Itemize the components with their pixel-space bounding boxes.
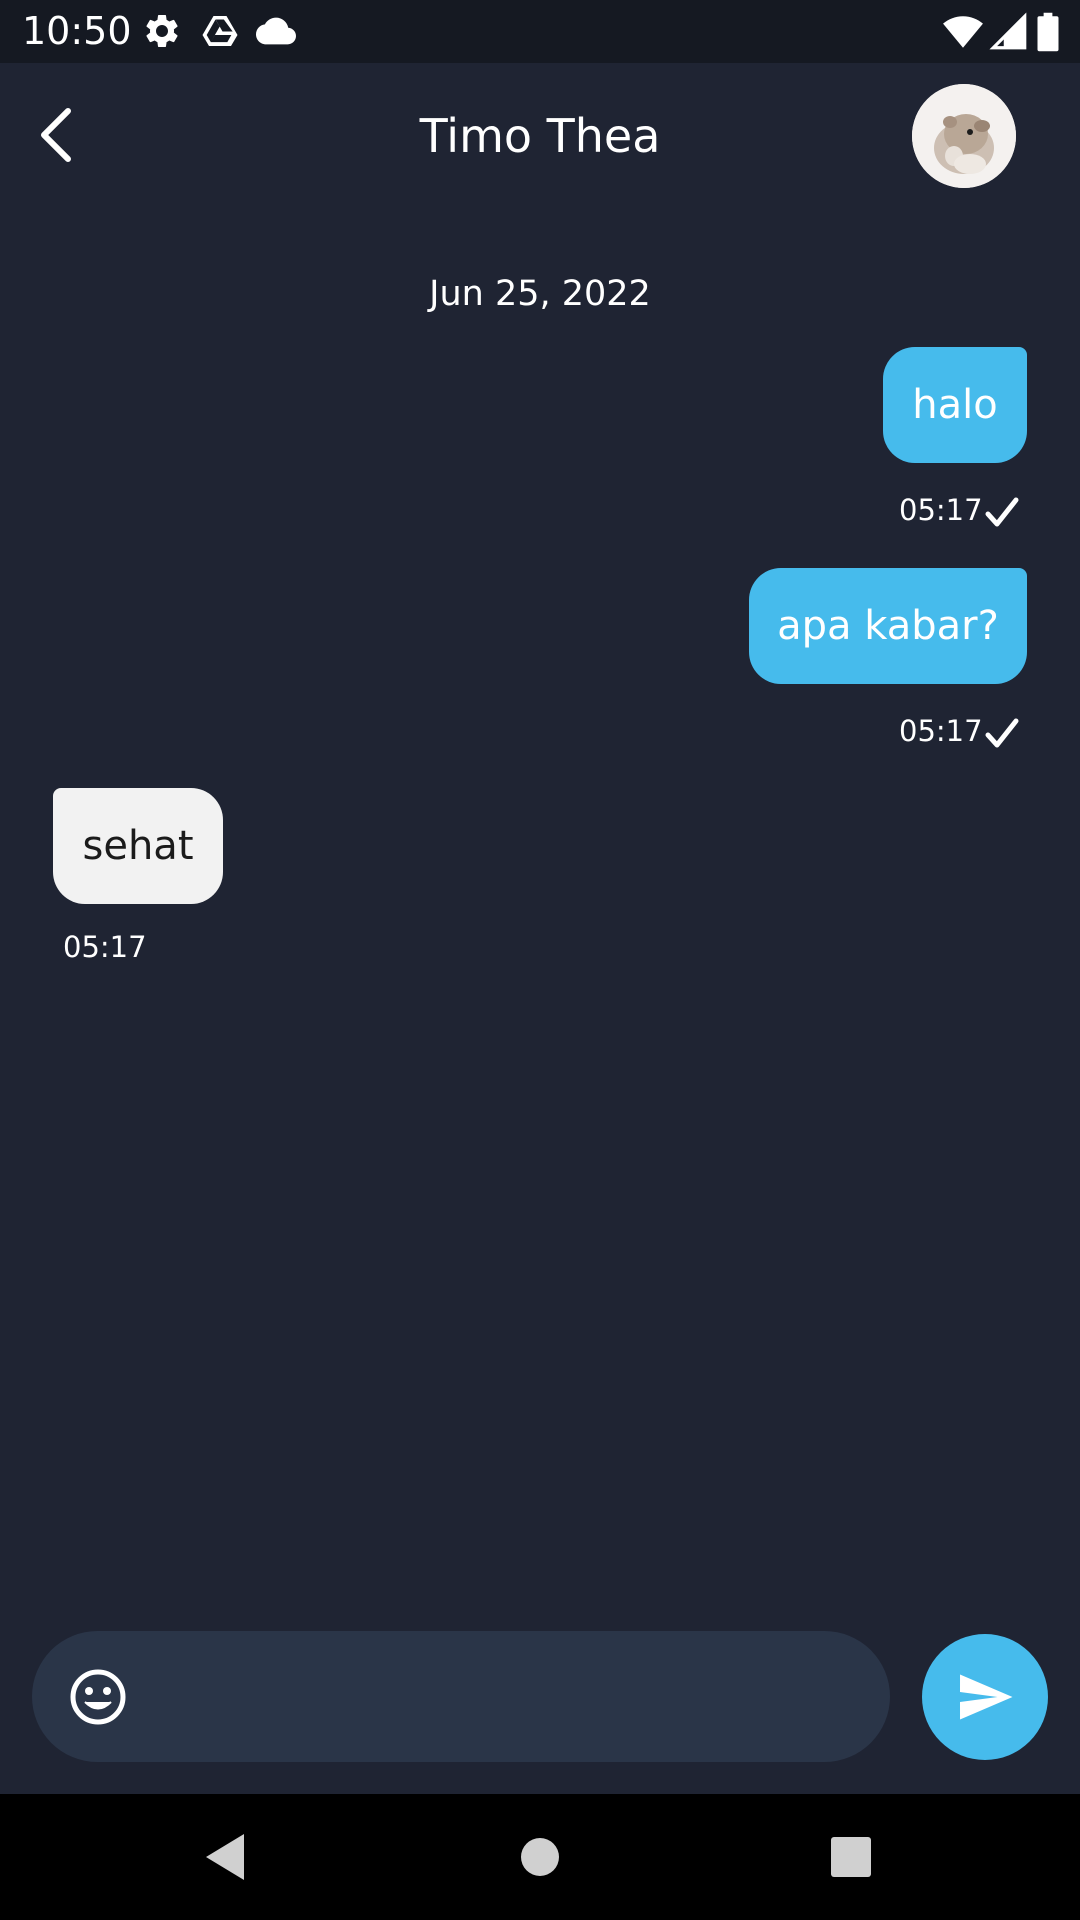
message-composer: [32, 1631, 890, 1762]
outgoing-message-bubble[interactable]: halo: [883, 347, 1027, 463]
message-input[interactable]: [150, 1661, 854, 1735]
status-bar: 10:50: [0, 0, 1080, 63]
wifi-icon: [942, 11, 984, 53]
incoming-message-bubble[interactable]: sehat: [53, 788, 223, 904]
chat-header: Timo Thea: [0, 63, 1080, 213]
system-navigation-bar: [0, 1794, 1080, 1920]
check-icon: [984, 494, 1020, 530]
gear-icon: [142, 11, 182, 51]
emoji-button[interactable]: [68, 1667, 128, 1727]
message-time: 05:17: [899, 714, 983, 748]
signal-icon: [988, 11, 1030, 53]
date-separator: Jun 25, 2022: [429, 274, 651, 314]
send-button[interactable]: [922, 1634, 1048, 1760]
emoji-icon: [70, 1669, 126, 1725]
status-time: 10:50: [22, 9, 132, 53]
check-icon: [984, 715, 1020, 751]
message-time: 05:17: [63, 930, 147, 964]
back-triangle-icon: [206, 1834, 244, 1880]
nav-home-button[interactable]: [507, 1824, 573, 1890]
drive-icon: [200, 11, 240, 51]
chat-screen: 10:50 Timo Thea Jun 25, 2022 halo 05:17 …: [0, 0, 1080, 1920]
hamster-avatar-image: [912, 84, 1016, 188]
send-icon: [960, 1674, 1013, 1720]
avatar[interactable]: [912, 84, 1016, 188]
nav-recents-button[interactable]: [818, 1824, 884, 1890]
recents-square-icon: [831, 1837, 871, 1877]
home-circle-icon: [521, 1838, 559, 1876]
cloud-icon: [256, 11, 296, 51]
outgoing-message-bubble[interactable]: apa kabar?: [749, 568, 1027, 684]
nav-back-button[interactable]: [192, 1824, 258, 1890]
message-time: 05:17: [899, 493, 983, 527]
battery-icon: [1034, 11, 1062, 53]
